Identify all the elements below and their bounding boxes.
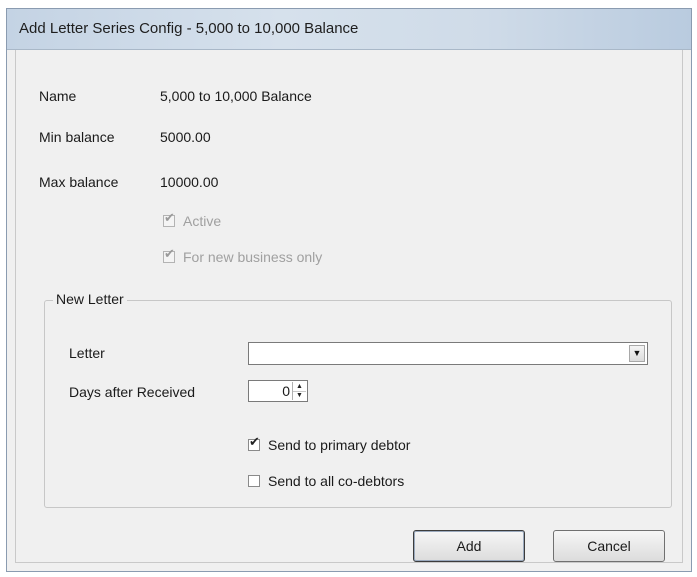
primary-debtor-checkbox[interactable]: ✔: [248, 435, 260, 451]
co-debtors-label[interactable]: Send to all co-debtors: [268, 473, 404, 489]
cancel-button[interactable]: Cancel: [553, 530, 665, 562]
stepper-buttons: ▲ ▼: [292, 382, 306, 400]
max-balance-value: 10000.00: [160, 174, 219, 190]
active-checkbox-row: ✔ Active: [163, 211, 222, 229]
stepper-down-icon[interactable]: ▼: [293, 391, 306, 400]
primary-debtor-checkbox-row[interactable]: ✔ Send to primary debtor: [248, 435, 410, 453]
checkmark-icon: ✔: [249, 434, 260, 449]
add-button[interactable]: Add: [413, 530, 525, 562]
dialog-content: Name 5,000 to 10,000 Balance Min balance…: [15, 50, 683, 563]
name-label: Name: [39, 88, 77, 104]
min-balance-value: 5000.00: [160, 129, 211, 145]
days-after-received-value: 0: [282, 383, 290, 399]
new-letter-group-title: New Letter: [53, 291, 127, 307]
primary-debtor-label[interactable]: Send to primary debtor: [268, 437, 410, 453]
checkmark-icon: ✔: [164, 210, 175, 225]
co-debtors-checkbox-row[interactable]: Send to all co-debtors: [248, 473, 404, 489]
days-after-received-label: Days after Received: [69, 384, 196, 400]
max-balance-label: Max balance: [39, 174, 119, 190]
days-after-received-stepper[interactable]: 0 ▲ ▼: [248, 380, 308, 402]
title-bar[interactable]: Add Letter Series Config - 5,000 to 10,0…: [7, 9, 691, 50]
window-title: Add Letter Series Config - 5,000 to 10,0…: [19, 20, 359, 37]
active-checkbox: ✔: [163, 211, 175, 227]
active-label: Active: [183, 213, 222, 229]
letter-label: Letter: [69, 345, 105, 361]
new-business-checkbox-row: ✔ For new business only: [163, 247, 323, 265]
dialog-window: Add Letter Series Config - 5,000 to 10,0…: [6, 8, 692, 572]
co-debtors-checkbox[interactable]: [248, 475, 260, 487]
new-business-label: For new business only: [183, 249, 323, 265]
new-business-checkbox: ✔: [163, 247, 175, 263]
name-value: 5,000 to 10,000 Balance: [160, 88, 312, 104]
checkmark-icon: ✔: [164, 246, 175, 261]
letter-dropdown[interactable]: ▼: [248, 342, 648, 365]
new-letter-group: New Letter Letter ▼ Days after Received …: [44, 291, 672, 508]
min-balance-label: Min balance: [39, 129, 115, 145]
dropdown-arrow-icon[interactable]: ▼: [629, 345, 645, 362]
